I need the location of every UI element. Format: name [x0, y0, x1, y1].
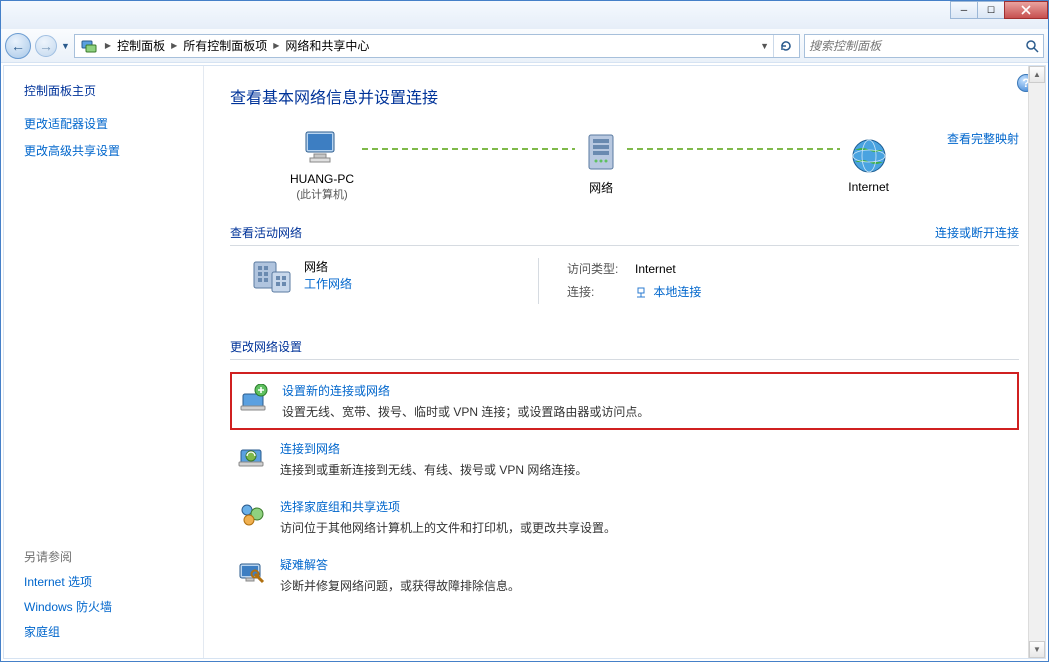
searchbox[interactable]	[804, 34, 1044, 58]
titlebar-buttons: ─ ☐	[951, 1, 1048, 19]
refresh-icon	[779, 39, 793, 53]
local-connection-link[interactable]: 本地连接	[653, 285, 701, 299]
active-network-left: 网络 工作网络	[250, 258, 352, 304]
crumb-network-sharing[interactable]: 网络和共享中心	[283, 37, 371, 54]
change-settings-title: 更改网络设置	[230, 338, 302, 355]
forward-button[interactable]: →	[35, 35, 57, 57]
content-area: 控制面板主页 更改适配器设置 更改高级共享设置 另请参阅 Internet 选项…	[3, 65, 1046, 659]
network-map: HUANG-PC (此计算机)	[230, 124, 919, 202]
network-center-icon	[80, 37, 98, 55]
section-change-settings: 更改网络设置	[230, 334, 1019, 360]
minimize-button[interactable]: ─	[950, 1, 978, 19]
node-internet: Internet	[848, 132, 889, 194]
search-icon[interactable]	[1025, 39, 1039, 53]
lan-icon	[635, 287, 647, 299]
arrow-right-icon: →	[39, 38, 53, 54]
node-pc-label: HUANG-PC	[290, 172, 354, 186]
access-type-label: 访问类型:	[567, 258, 627, 281]
homegroup-icon	[236, 498, 268, 530]
globe-icon	[849, 136, 889, 176]
close-button[interactable]	[1004, 1, 1048, 19]
new-connection-icon	[238, 382, 270, 414]
connect-network-icon	[236, 440, 268, 472]
chevron-right-icon[interactable]: ▶	[101, 41, 115, 50]
setting-homegroup-link[interactable]: 选择家庭组和共享选项	[280, 498, 616, 515]
active-net-name: 网络	[304, 258, 352, 275]
node-net-label: 网络	[583, 179, 619, 196]
active-net-type-link[interactable]: 工作网络	[304, 277, 352, 291]
node-this-pc: HUANG-PC (此计算机)	[290, 124, 354, 202]
crumb-control-panel[interactable]: 控制面板	[115, 37, 167, 54]
sidebar-home[interactable]: 控制面板主页	[24, 82, 193, 99]
sidebar-see-also: 另请参阅 Internet 选项 Windows 防火墙 家庭组	[24, 548, 193, 648]
connection-label: 连接:	[567, 281, 627, 304]
setting-new-connection-desc: 设置无线、宽带、拨号、临时或 VPN 连接；或设置路由器或访问点。	[282, 405, 649, 419]
network-hub-icon	[583, 133, 619, 177]
settings-list: 设置新的连接或网络 设置无线、宽带、拨号、临时或 VPN 连接；或设置路由器或访…	[230, 372, 1019, 604]
connector-line	[627, 148, 840, 150]
search-input[interactable]	[809, 39, 1025, 53]
vertical-scrollbar[interactable]: ▲ ▼	[1028, 66, 1045, 658]
addressbar[interactable]: ▶ 控制面板 ▶ 所有控制面板项 ▶ 网络和共享中心 ▼	[74, 34, 800, 58]
see-also-internet-options[interactable]: Internet 选项	[24, 573, 193, 590]
divider	[538, 258, 539, 304]
scroll-down-button[interactable]: ▼	[1029, 641, 1045, 658]
page-title: 查看基本网络信息并设置连接	[230, 84, 1019, 108]
setting-troubleshoot[interactable]: 疑难解答 诊断并修复网络问题，或获得故障排除信息。	[230, 546, 1019, 604]
chevron-right-icon[interactable]: ▶	[167, 41, 181, 50]
section-active-networks: 查看活动网络 连接或断开连接	[230, 220, 1019, 246]
node-pc-sublabel: (此计算机)	[290, 186, 354, 202]
back-button[interactable]: ←	[5, 33, 31, 59]
maximize-button[interactable]: ☐	[977, 1, 1005, 19]
setting-connect-network[interactable]: 连接到网络 连接到或重新连接到无线、有线、拨号或 VPN 网络连接。	[230, 430, 1019, 488]
node-network: 网络	[583, 131, 619, 196]
scroll-track[interactable]	[1029, 83, 1045, 641]
setting-connect-network-link[interactable]: 连接到网络	[280, 440, 587, 457]
setting-troubleshoot-desc: 诊断并修复网络问题，或获得故障排除信息。	[280, 579, 520, 593]
work-network-icon	[250, 258, 294, 298]
sidebar: 控制面板主页 更改适配器设置 更改高级共享设置 另请参阅 Internet 选项…	[4, 66, 204, 658]
setting-troubleshoot-link[interactable]: 疑难解答	[280, 556, 520, 573]
history-dropdown-icon[interactable]: ▼	[61, 41, 70, 51]
address-dropdown-icon[interactable]: ▼	[756, 41, 773, 51]
active-network-row: 网络 工作网络 访问类型: Internet 连接:	[230, 258, 1019, 316]
setting-homegroup[interactable]: 选择家庭组和共享选项 访问位于其他网络计算机上的文件和打印机，或更改共享设置。	[230, 488, 1019, 546]
connect-disconnect-link[interactable]: 连接或断开连接	[935, 224, 1019, 241]
computer-icon	[300, 128, 344, 168]
navbar: ← → ▼ ▶ 控制面板 ▶ 所有控制面板项 ▶ 网络和共享中心 ▼	[1, 29, 1048, 63]
chevron-right-icon[interactable]: ▶	[269, 41, 283, 50]
setting-new-connection[interactable]: 设置新的连接或网络 设置无线、宽带、拨号、临时或 VPN 连接；或设置路由器或访…	[230, 372, 1019, 430]
crumb-all-items[interactable]: 所有控制面板项	[181, 37, 269, 54]
troubleshoot-icon	[236, 556, 268, 588]
connector-line	[362, 148, 575, 150]
node-internet-label: Internet	[848, 180, 889, 194]
see-also-firewall[interactable]: Windows 防火墙	[24, 598, 193, 615]
active-networks-title: 查看活动网络	[230, 224, 302, 241]
setting-homegroup-desc: 访问位于其他网络计算机上的文件和打印机，或更改共享设置。	[280, 521, 616, 535]
full-map-link[interactable]: 查看完整映射	[919, 130, 1019, 147]
scroll-up-button[interactable]: ▲	[1029, 66, 1045, 83]
close-icon	[1021, 5, 1031, 15]
setting-new-connection-link[interactable]: 设置新的连接或网络	[282, 382, 649, 399]
sidebar-link-advanced-sharing[interactable]: 更改高级共享设置	[24, 142, 193, 159]
window: ─ ☐ ← → ▼ ▶ 控制面板 ▶ 所有控制面板项 ▶ 网络和共享中心 ▼	[0, 0, 1049, 662]
access-type-value: Internet	[635, 258, 676, 281]
arrow-left-icon: ←	[11, 38, 25, 54]
setting-connect-network-desc: 连接到或重新连接到无线、有线、拨号或 VPN 网络连接。	[280, 463, 587, 477]
see-also-header: 另请参阅	[24, 548, 193, 565]
titlebar: ─ ☐	[1, 1, 1048, 29]
see-also-homegroup[interactable]: 家庭组	[24, 623, 193, 640]
sidebar-link-adapter[interactable]: 更改适配器设置	[24, 115, 193, 132]
refresh-button[interactable]	[773, 35, 797, 57]
main-panel: ? 查看基本网络信息并设置连接 HUANG-	[204, 66, 1045, 658]
active-network-right: 访问类型: Internet 连接: 本地连接	[526, 258, 701, 304]
